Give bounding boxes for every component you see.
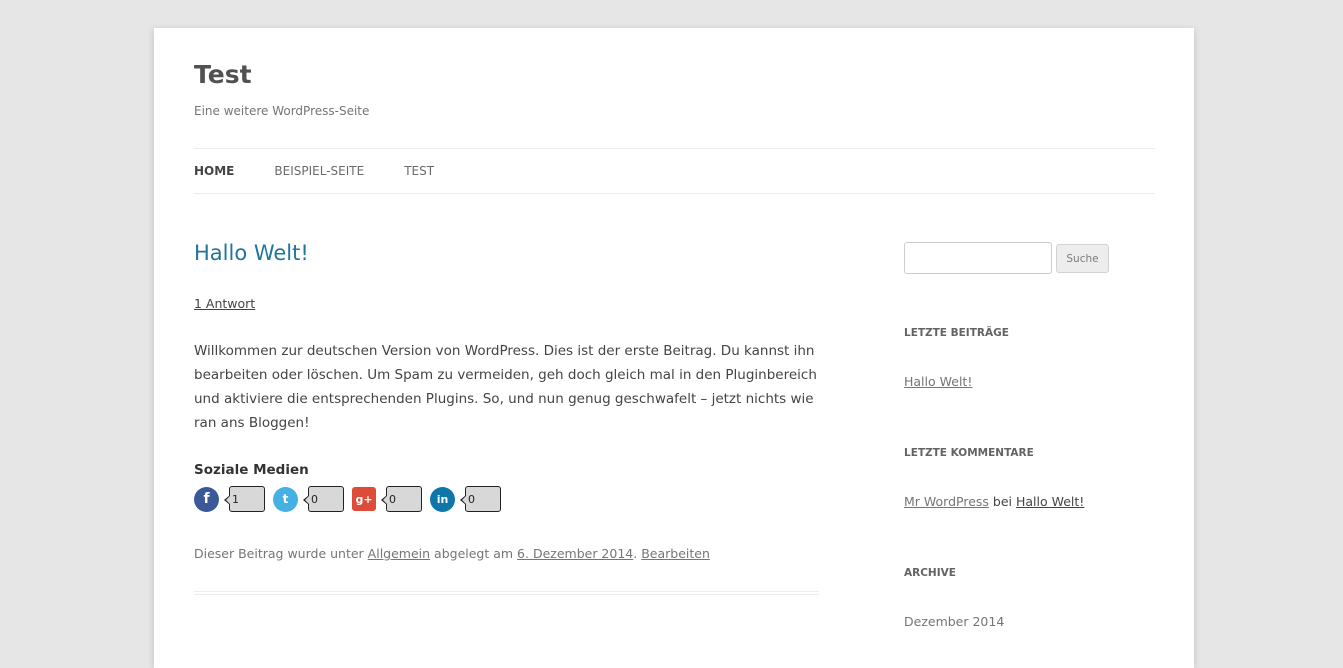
recent-posts-heading: LETZTE BEITRÄGE (904, 327, 1009, 339)
nav-item-beispiel-seite[interactable]: BEISPIEL-SEITE (274, 164, 364, 178)
social-share-row: f 1 t 0 g+ 0 in 0 (194, 486, 509, 512)
meta-middle: abgelegt am (430, 546, 518, 561)
category-link[interactable]: Allgemein (368, 546, 430, 561)
twitter-icon[interactable]: t (273, 486, 298, 512)
page-container: Test Eine weitere WordPress-Seite HOME B… (154, 28, 1194, 668)
social-item-google-plus: g+ 0 (352, 486, 422, 512)
edit-link[interactable]: Bearbeiten (641, 546, 710, 561)
recent-comments-heading: LETZTE KOMMENTARE (904, 447, 1034, 459)
recent-comment-item: Mr WordPress bei Hallo Welt! (904, 494, 1084, 509)
share-counter: 0 (460, 486, 501, 512)
comment-connector: bei (988, 494, 1016, 509)
comment-author-link[interactable]: Mr WordPress (904, 494, 989, 509)
social-media-heading: Soziale Medien (194, 462, 309, 478)
facebook-icon[interactable]: f (194, 486, 219, 512)
search-input[interactable] (904, 242, 1052, 274)
share-counter: 0 (381, 486, 422, 512)
site-title[interactable]: Test (194, 60, 252, 89)
nav-item-test[interactable]: TEST (404, 164, 434, 178)
recent-post-link[interactable]: Hallo Welt! (904, 374, 972, 389)
date-link[interactable]: 6. Dezember 2014 (517, 546, 633, 561)
meta-separator: . (633, 546, 642, 561)
site-description: Eine weitere WordPress-Seite (194, 104, 370, 118)
meta-prefix: Dieser Beitrag wurde unter (194, 546, 368, 561)
social-item-twitter: t 0 (273, 486, 344, 512)
linkedin-icon[interactable]: in (430, 486, 455, 512)
search-button[interactable]: Suche (1056, 244, 1109, 273)
main-navigation: HOME BEISPIEL-SEITE TEST (194, 148, 1155, 194)
post-separator (194, 591, 819, 595)
share-counter: 1 (224, 486, 265, 512)
social-item-facebook: f 1 (194, 486, 265, 512)
comments-link[interactable]: 1 Antwort (194, 296, 255, 311)
social-item-linkedin: in 0 (430, 486, 501, 512)
post-title[interactable]: Hallo Welt! (194, 241, 309, 265)
share-counter: 0 (303, 486, 344, 512)
entry-meta: Dieser Beitrag wurde unter Allgemein abg… (194, 546, 710, 561)
post-content: Willkommen zur deutschen Version von Wor… (194, 343, 817, 431)
archive-heading: ARCHIVE (904, 567, 956, 579)
google-plus-icon[interactable]: g+ (352, 487, 376, 511)
archive-link[interactable]: Dezember 2014 (904, 614, 1004, 629)
comment-post-link[interactable]: Hallo Welt! (1016, 494, 1084, 509)
nav-item-home[interactable]: HOME (194, 164, 234, 178)
